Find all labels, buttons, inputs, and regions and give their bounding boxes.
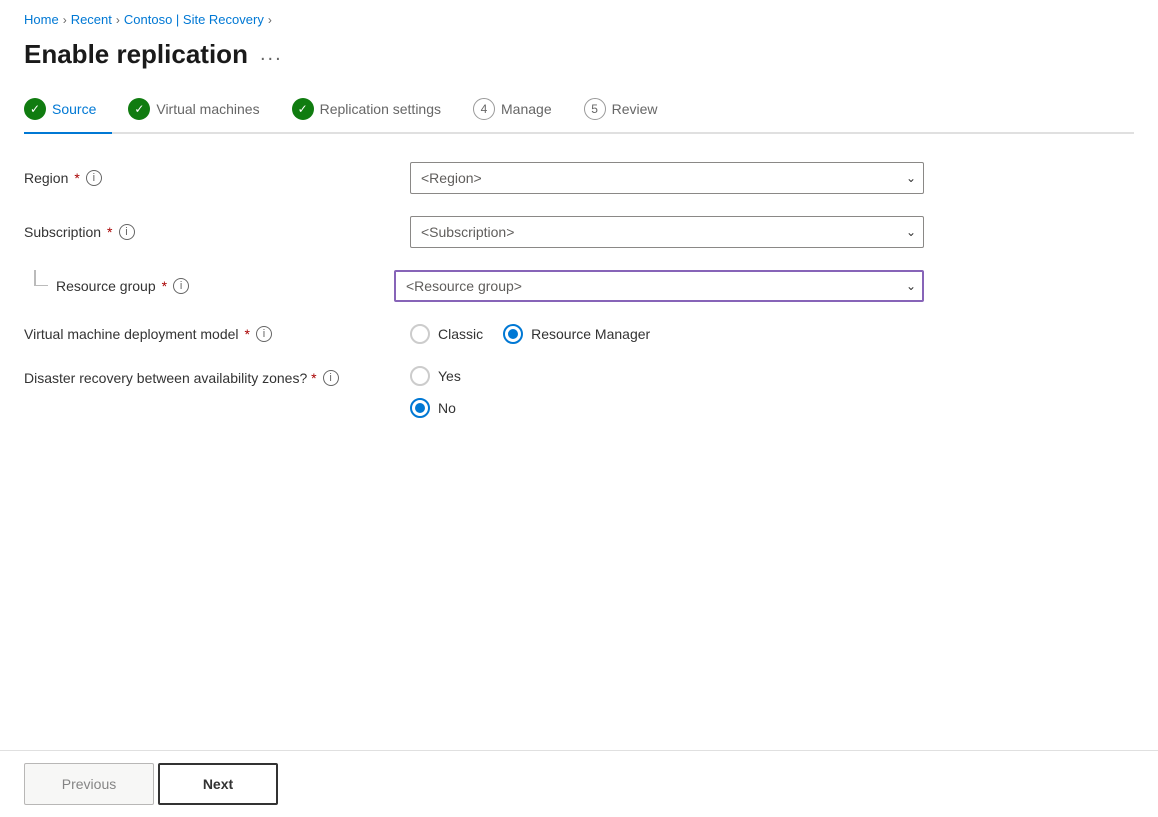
disaster-no-label: No (438, 400, 456, 416)
step-source-icon: ✓ (24, 98, 46, 120)
subscription-select-wrapper: <Subscription> ⌄ (410, 216, 924, 248)
resource-group-row: Resource group * i <Resource group> ⌄ (24, 270, 924, 302)
region-row: Region * i <Region> ⌄ (24, 162, 924, 194)
subscription-label: Subscription * i (24, 224, 394, 240)
next-button[interactable]: Next (158, 763, 278, 805)
deployment-classic-label: Classic (438, 326, 483, 342)
deployment-rm-label: Resource Manager (531, 326, 650, 342)
disaster-yes-label: Yes (438, 368, 461, 384)
deployment-classic-radio[interactable]: Classic (410, 324, 483, 344)
deployment-model-label: Virtual machine deployment model * i (24, 326, 394, 342)
disaster-no-radio[interactable]: No (410, 398, 924, 418)
step-source[interactable]: ✓ Source (24, 90, 112, 132)
step-source-label: Source (52, 101, 96, 117)
breadcrumb-sep-1: › (63, 13, 67, 27)
deployment-resource-manager-radio[interactable]: Resource Manager (503, 324, 650, 344)
resource-group-select-wrapper: <Resource group> ⌄ (394, 270, 924, 302)
resource-group-info-icon[interactable]: i (173, 278, 189, 294)
deployment-model-row: Virtual machine deployment model * i Cla… (24, 324, 924, 344)
region-label-text: Region (24, 170, 68, 186)
indent-connector (24, 270, 56, 302)
region-control: <Region> ⌄ (410, 162, 924, 194)
disaster-yes-circle (410, 366, 430, 386)
deployment-model-label-text: Virtual machine deployment model (24, 326, 239, 342)
deployment-model-control: Classic Resource Manager (410, 324, 924, 344)
breadcrumb-sep-3: › (268, 13, 272, 27)
steps-bar: ✓ Source ✓ Virtual machines ✓ Replicatio… (24, 90, 1134, 134)
step-review-icon: 5 (584, 98, 606, 120)
step-repl-label: Replication settings (320, 101, 441, 117)
subscription-control: <Subscription> ⌄ (410, 216, 924, 248)
disaster-recovery-label-main: Disaster recovery between availability z… (24, 370, 307, 386)
disaster-recovery-row: Disaster recovery between availability z… (24, 366, 924, 418)
region-select[interactable]: <Region> (410, 162, 924, 194)
previous-button[interactable]: Previous (24, 763, 154, 805)
page-title: Enable replication (24, 39, 248, 70)
resource-group-label: Resource group * i (56, 278, 189, 294)
step-review-label: Review (612, 101, 658, 117)
deployment-model-radio-group: Classic Resource Manager (410, 324, 924, 344)
deployment-classic-circle (410, 324, 430, 344)
region-label: Region * i (24, 170, 394, 186)
step-vm-icon: ✓ (128, 98, 150, 120)
step-manage[interactable]: 4 Manage (457, 90, 568, 132)
step-vm-label: Virtual machines (156, 101, 259, 117)
deployment-rm-circle (503, 324, 523, 344)
breadcrumb-contoso[interactable]: Contoso | Site Recovery (124, 12, 264, 27)
breadcrumb-recent[interactable]: Recent (71, 12, 112, 27)
disaster-no-dot (415, 403, 425, 413)
deployment-model-required: * (245, 326, 250, 342)
resource-group-required: * (162, 278, 167, 294)
deployment-rm-dot (508, 329, 518, 339)
disaster-recovery-info-icon[interactable]: i (323, 370, 339, 386)
disaster-recovery-label: Disaster recovery between availability z… (24, 366, 394, 386)
step-manage-icon: 4 (473, 98, 495, 120)
disaster-recovery-label-text: Disaster recovery between availability z… (24, 370, 317, 386)
step-virtual-machines[interactable]: ✓ Virtual machines (112, 90, 275, 132)
resource-group-label-area: Resource group * i (24, 270, 394, 302)
resource-group-select[interactable]: <Resource group> (394, 270, 924, 302)
region-info-icon[interactable]: i (86, 170, 102, 186)
breadcrumb: Home › Recent › Contoso | Site Recovery … (0, 0, 1158, 35)
step-manage-label: Manage (501, 101, 552, 117)
disaster-recovery-required: * (311, 370, 316, 386)
disaster-recovery-radio-group: Yes No (410, 366, 924, 418)
step-replication-settings[interactable]: ✓ Replication settings (276, 90, 457, 132)
region-required: * (74, 170, 79, 186)
resource-group-label-text: Resource group (56, 278, 156, 294)
disaster-yes-radio[interactable]: Yes (410, 366, 924, 386)
main-content: ✓ Source ✓ Virtual machines ✓ Replicatio… (0, 90, 1158, 750)
disaster-no-circle (410, 398, 430, 418)
deployment-model-info-icon[interactable]: i (256, 326, 272, 342)
region-select-wrapper: <Region> ⌄ (410, 162, 924, 194)
subscription-required: * (107, 224, 112, 240)
page-title-row: Enable replication ... (0, 35, 1158, 90)
subscription-info-icon[interactable]: i (119, 224, 135, 240)
subscription-row: Subscription * i <Subscription> ⌄ (24, 216, 924, 248)
form-section: Region * i <Region> ⌄ Subscription * i (24, 162, 924, 418)
breadcrumb-home[interactable]: Home (24, 12, 59, 27)
ellipsis-button[interactable]: ... (260, 43, 283, 66)
subscription-label-text: Subscription (24, 224, 101, 240)
step-repl-icon: ✓ (292, 98, 314, 120)
disaster-recovery-control: Yes No (410, 366, 924, 418)
breadcrumb-sep-2: › (116, 13, 120, 27)
footer: Previous Next (0, 750, 1158, 817)
subscription-select[interactable]: <Subscription> (410, 216, 924, 248)
step-review[interactable]: 5 Review (568, 90, 674, 132)
resource-group-control: <Resource group> ⌄ (394, 270, 924, 302)
